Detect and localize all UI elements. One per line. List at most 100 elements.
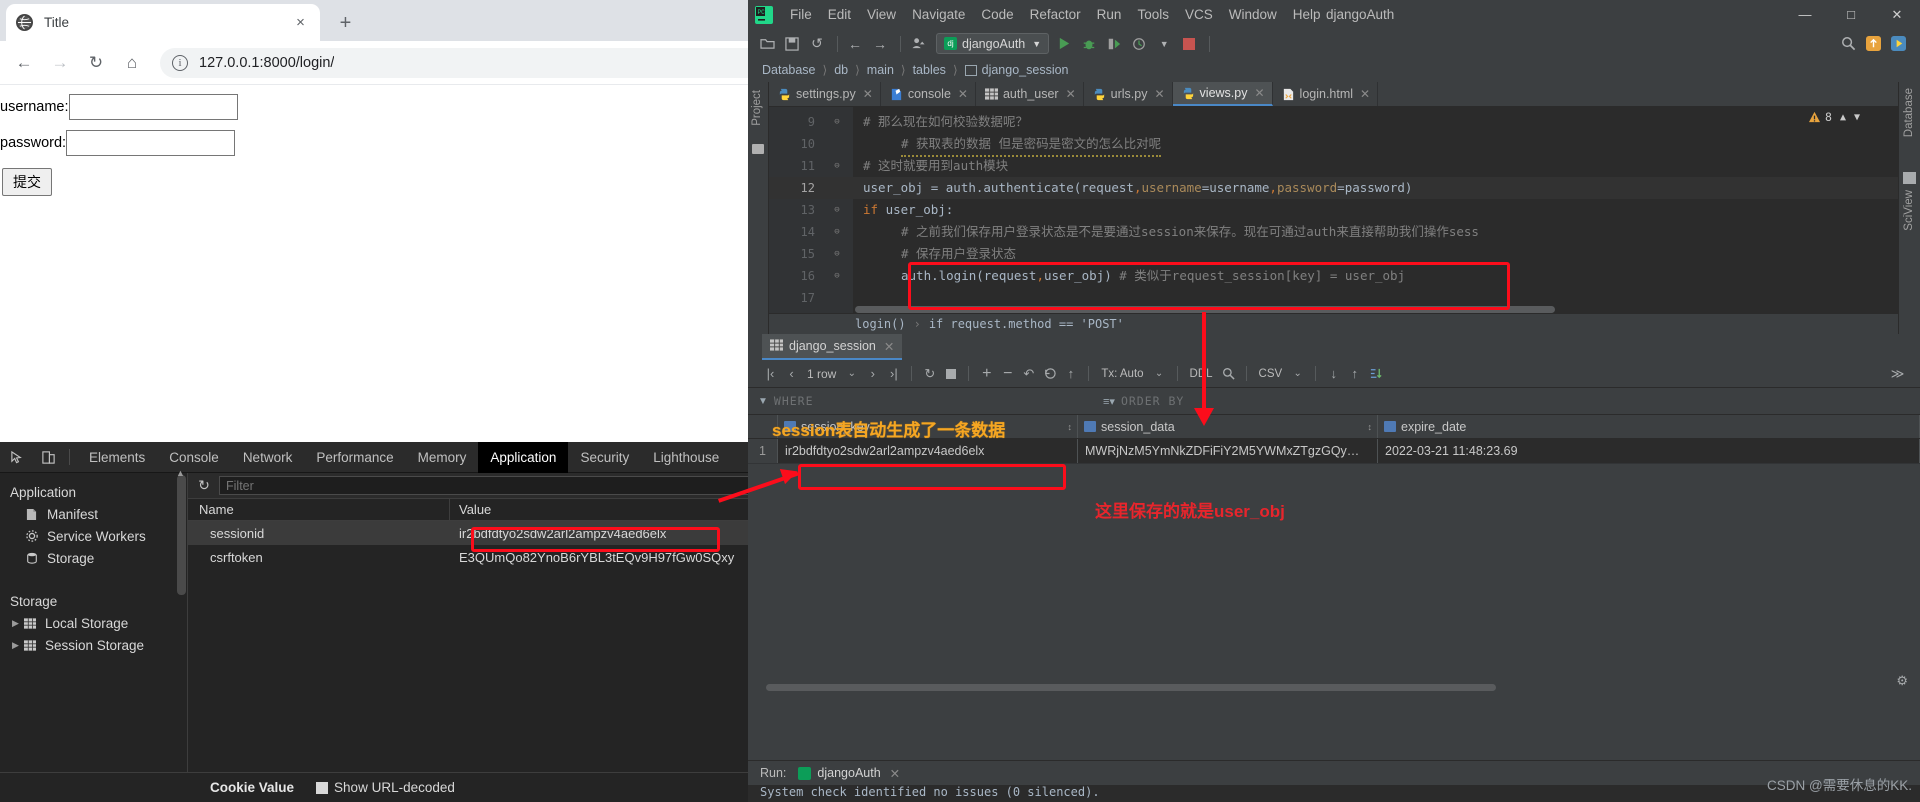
menu-vcs[interactable]: VCS [1177,7,1221,22]
breadcrumb-main[interactable]: main [867,63,894,77]
chevron-down-icon[interactable]: ▼ [1032,39,1041,49]
user-icon[interactable] [907,33,929,55]
scope-condition[interactable]: if request.method == 'POST' [929,317,1124,331]
fold-icon[interactable]: ⊖ [831,199,843,221]
close-icon[interactable]: ✕ [863,87,873,101]
breadcrumb-tables[interactable]: tables [913,63,946,77]
scroll-up-icon[interactable]: ▲ [175,468,186,478]
editor-tab-views-py[interactable]: views.py ✕ [1172,82,1273,106]
next-page-icon[interactable]: › [862,363,883,384]
breadcrumb-database[interactable]: Database [762,63,816,77]
devtools-tab-security[interactable]: Security [568,442,641,473]
db-horizontal-scrollbar[interactable] [766,684,1496,691]
browser-tab[interactable]: Title × [6,4,320,41]
last-page-icon[interactable]: ›| [883,363,904,384]
fold-icon[interactable]: ⊖ [831,243,843,265]
where-label[interactable]: WHERE [774,394,814,408]
forward-arrow-icon[interactable]: → [869,33,891,55]
menu-window[interactable]: Window [1221,7,1285,22]
sidebar-item-storage[interactable]: Storage [0,547,187,569]
cell-session-key[interactable]: ir2bdfdtyo2sdw2arl2ampzv4aed6elx [778,439,1078,463]
sort-icon[interactable]: ↕ [1368,422,1373,432]
fold-icon[interactable]: ⊖ [831,265,843,287]
new-tab-button[interactable]: + [332,10,359,37]
inspect-element-icon[interactable] [3,443,31,471]
menu-refactor[interactable]: Refactor [1022,7,1089,22]
close-icon[interactable]: ✕ [1254,86,1264,100]
profile-run-icon[interactable] [1128,33,1150,55]
sync-icon[interactable]: ↺ [806,33,828,55]
password-input[interactable] [66,130,236,156]
submit-button[interactable]: 提交 [2,168,52,196]
revert-all-icon[interactable] [1039,363,1060,384]
devtools-tab-lighthouse[interactable]: Lighthouse [641,442,731,473]
menu-edit[interactable]: Edit [820,7,859,22]
cell-session-data[interactable]: MWRjNzM5YmNkZDFiFiY2M5YWMxZTgzGQy… [1078,439,1378,463]
close-icon[interactable]: ✕ [890,766,900,781]
devtools-tab-performance[interactable]: Performance [304,442,405,473]
project-tool-label[interactable]: Project [751,90,763,126]
order-by-group[interactable]: ≡▾ ORDER BY [1103,394,1184,408]
folder-icon[interactable] [752,144,764,154]
back-arrow-icon[interactable]: ← [844,33,866,55]
refresh-icon[interactable]: ↻ [193,477,215,494]
overflow-icon[interactable]: ≫ [1887,363,1908,384]
editor-tab-settings-py[interactable]: settings.py ✕ [769,82,881,106]
run-configuration-selector[interactable]: dj djangoAuth ▼ [936,33,1050,54]
sciview-icon[interactable] [1903,172,1916,184]
sidebar-item-local-storage[interactable]: ▶ Local Storage [0,612,187,634]
breadcrumb-django-session[interactable]: django_session [982,63,1069,77]
db-tab-django-session[interactable]: django_session ✕ [762,334,903,360]
sidebar-item-service-workers[interactable]: Service Workers [0,525,187,547]
chevron-up-icon[interactable]: ▲ [1840,112,1846,123]
menu-code[interactable]: Code [973,7,1021,22]
csv-caret-icon[interactable]: ⌄ [1287,363,1308,384]
menu-tools[interactable]: Tools [1129,7,1177,22]
close-icon[interactable]: ✕ [958,87,968,101]
column-header-expire-date[interactable]: expire_date [1378,415,1920,438]
add-row-icon[interactable]: + [976,363,997,384]
home-icon[interactable]: ⌂ [116,47,148,79]
sidebar-item-session-storage[interactable]: ▶ Session Storage [0,634,187,656]
order-icon[interactable]: ≡▾ [1103,395,1115,408]
menu-file[interactable]: File [782,7,820,22]
row-count-caret-icon[interactable]: ⌄ [841,363,862,384]
close-icon[interactable]: × [291,13,310,32]
devtools-tab-memory[interactable]: Memory [406,442,479,473]
search-icon[interactable] [1837,33,1859,55]
close-icon[interactable]: ✕ [1066,87,1076,101]
open-folder-icon[interactable] [756,33,778,55]
stop-icon[interactable] [1178,33,1200,55]
sidebar-item-manifest[interactable]: Manifest [0,503,187,525]
download-icon[interactable]: ↓ [1323,363,1344,384]
minimize-button[interactable]: — [1782,0,1828,29]
menu-view[interactable]: View [859,7,904,22]
forward-icon[interactable]: → [44,47,76,79]
chevron-down-icon[interactable]: ▼ [1153,33,1175,55]
revert-icon[interactable]: ↶ [1018,363,1039,384]
chevron-right-icon[interactable]: ▶ [12,640,24,651]
transaction-mode-label[interactable]: Tx: Auto [1096,368,1148,380]
cell-expire-date[interactable]: 2022-03-21 11:48:23.69 [1378,439,1920,463]
order-by-label[interactable]: ORDER BY [1121,394,1184,408]
stop-icon[interactable] [940,363,961,384]
prev-page-icon[interactable]: ‹ [781,363,802,384]
code-editor[interactable]: 9 ⊖ # 那么现在如何校验数据呢？ 10 # 获取表的数据 但是密码是密文的怎… [769,107,1898,313]
refresh-icon[interactable]: ↻ [919,363,940,384]
inspection-warning-indicator[interactable]: 8 ▲ ▼ [1808,110,1860,124]
sort-icon[interactable]: ↕ [1068,422,1073,432]
fold-icon[interactable]: ⊖ [831,155,843,177]
first-page-icon[interactable]: |‹ [760,363,781,384]
editor-tab-login-html[interactable]: login.html ✕ [1273,82,1379,106]
back-icon[interactable]: ← [8,47,40,79]
gear-icon[interactable]: ⚙ [1896,673,1908,689]
devtools-tab-elements[interactable]: Elements [77,442,157,473]
upload-icon[interactable]: ↑ [1344,363,1365,384]
editor-tab-console[interactable]: console ✕ [881,82,976,106]
export-format-label[interactable]: CSV [1254,368,1288,380]
tx-caret-icon[interactable]: ⌄ [1149,363,1170,384]
username-input[interactable] [68,94,238,120]
debug-icon[interactable] [1078,33,1100,55]
devtools-tab-network[interactable]: Network [231,442,305,473]
devtools-tab-console[interactable]: Console [157,442,231,473]
